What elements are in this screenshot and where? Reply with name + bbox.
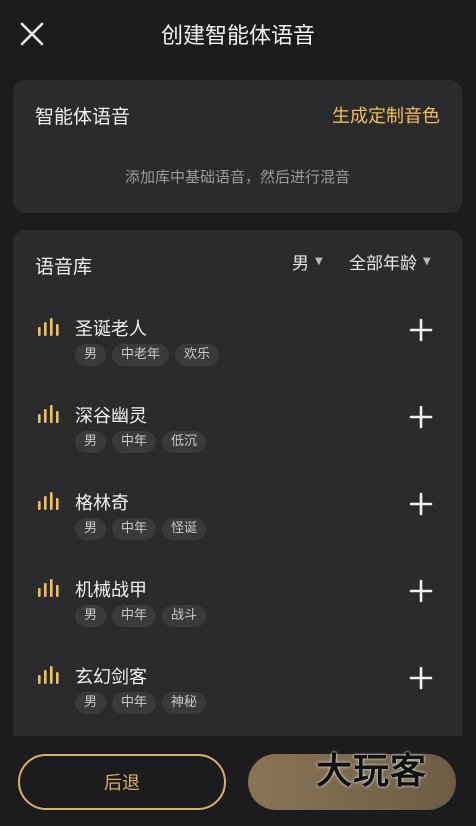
voice-tag: 中年 <box>112 692 157 714</box>
voice-tags: 男中年 神秘 <box>75 692 207 714</box>
sound-wave-icon <box>37 318 61 336</box>
voice-name: 格林奇 <box>75 493 129 514</box>
voice-tag: 怪诞 <box>162 518 207 540</box>
voice-tags: 男中年 怪诞 <box>75 518 207 540</box>
voice-name: 圣诞老人 <box>75 319 147 340</box>
agent-voice-hint: 添加库中基础语音，然后进行混音 <box>124 168 350 186</box>
sound-wave-icon <box>37 405 61 423</box>
add-icon[interactable] <box>409 405 433 429</box>
voice-tags: 男中年 战斗 <box>75 605 207 627</box>
bottom-bar: 后退 大玩客 <box>0 736 476 826</box>
voice-tag: 欢乐 <box>175 344 220 366</box>
voice-tag: 战斗 <box>162 605 207 627</box>
voice-name: 深谷幽灵 <box>75 406 147 427</box>
sound-wave-icon <box>37 666 61 684</box>
voice-tag: 中老年 <box>112 344 170 366</box>
voice-name: 玄幻剑客 <box>75 667 147 688</box>
age-filter-label: 全部年龄 <box>349 254 417 274</box>
voice-list-item[interactable]: 玄幻剑客男中年 神秘 <box>13 654 462 730</box>
caret-down-icon: ▼ <box>423 256 431 267</box>
voice-tag: 低沉 <box>162 431 207 453</box>
voice-name: 机械战甲 <box>75 580 147 601</box>
add-icon[interactable] <box>409 579 433 603</box>
voice-tags: 男中年 低沉 <box>75 431 207 453</box>
voice-tag: 男 <box>75 605 107 627</box>
voice-library-card: 语音库 男 ▼ 全部年龄 ▼ 圣诞老人男中老年 欢乐 深谷幽灵男中年 低沉 格林奇男中年… <box>13 230 462 750</box>
age-filter-dropdown[interactable]: 全部年龄 ▼ <box>349 249 431 274</box>
back-button[interactable]: 后退 <box>18 754 226 810</box>
voice-tags: 男中老年 欢乐 <box>75 344 220 366</box>
voice-tag: 男 <box>75 344 107 366</box>
gender-filter-label: 男 <box>292 254 309 274</box>
sound-wave-icon <box>37 579 61 597</box>
voice-tag: 男 <box>75 518 107 540</box>
voice-tag: 男 <box>75 431 107 453</box>
sound-wave-icon <box>37 492 61 510</box>
agent-voice-card: 智能体语音 生成定制音色 添加库中基础语音，然后进行混音 <box>13 80 462 213</box>
add-icon[interactable] <box>409 492 433 516</box>
voice-tag: 神秘 <box>162 692 207 714</box>
voice-list-item[interactable]: 格林奇男中年 怪诞 <box>13 480 462 556</box>
voice-tag: 中年 <box>112 605 157 627</box>
add-icon[interactable] <box>409 666 433 690</box>
voice-tag: 中年 <box>112 431 157 453</box>
add-icon[interactable] <box>409 318 433 342</box>
library-title: 语音库 <box>35 256 93 278</box>
agent-voice-title: 智能体语音 <box>35 106 131 128</box>
gender-filter-dropdown[interactable]: 男 ▼ <box>292 249 323 274</box>
generate-custom-voice-link[interactable]: 生成定制音色 <box>332 102 440 128</box>
header: 创建智能体语音 <box>0 0 476 68</box>
voice-tag: 男 <box>75 692 107 714</box>
voice-list-item[interactable]: 机械战甲男中年 战斗 <box>13 567 462 643</box>
caret-down-icon: ▼ <box>315 256 323 267</box>
page-title: 创建智能体语音 <box>160 24 315 49</box>
voice-list-item[interactable]: 深谷幽灵男中年 低沉 <box>13 393 462 469</box>
voice-tag: 中年 <box>112 518 157 540</box>
watermark-logo: 大玩客 <box>316 751 428 792</box>
voice-list-item[interactable]: 圣诞老人男中老年 欢乐 <box>13 306 462 382</box>
